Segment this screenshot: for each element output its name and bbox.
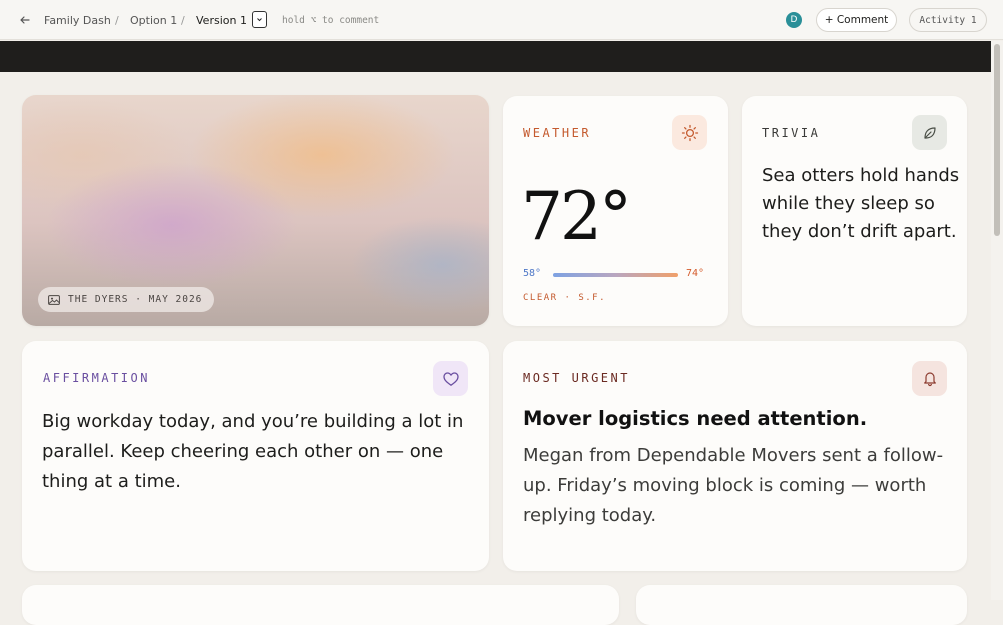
trivia-fact: Sea otters hold hands while they sleep s… <box>762 165 960 242</box>
family-photo-card[interactable]: THE DYERS · MAY 2026 <box>22 95 489 326</box>
most-urgent-card[interactable]: MOST URGENT Mover logistics need attenti… <box>503 341 967 571</box>
breadcrumb-separator: / <box>115 13 119 27</box>
urgent-headline: Mover logistics need attention. <box>523 407 868 430</box>
affirmation-title: AFFIRMATION <box>43 371 150 385</box>
breadcrumb-option-1[interactable]: Option 1 <box>130 14 177 27</box>
affirmation-icon-badge[interactable] <box>433 361 468 396</box>
top-bar: Family Dash / Option 1 / Version 1 hold … <box>0 0 1003 40</box>
breadcrumb-family-dash[interactable]: Family Dash <box>44 14 111 27</box>
photo-caption: THE DYERS · MAY 2026 <box>68 294 203 305</box>
next-card-right <box>636 585 967 625</box>
next-card-left <box>22 585 619 625</box>
urgent-icon-badge <box>912 361 947 396</box>
current-temperature: 72° <box>521 178 632 255</box>
header-bar <box>0 41 991 72</box>
sun-icon <box>681 124 698 141</box>
affirmation-text: Big workday today, and you’re building a… <box>42 411 464 492</box>
comment-hint: hold ⌥ to comment <box>282 14 380 26</box>
trivia-title: TRIVIA <box>762 126 821 140</box>
weather-card: WEATHER 72° 58° 74° CLEAR · S.F. <box>503 96 728 326</box>
weather-icon-badge <box>672 115 707 150</box>
image-icon <box>48 294 60 305</box>
temperature-range-bar <box>553 273 678 277</box>
version-dropdown-button[interactable] <box>252 11 267 28</box>
photo-caption-tag: THE DYERS · MAY 2026 <box>38 287 215 312</box>
chevron-down-icon <box>257 18 262 22</box>
avatar[interactable]: D <box>786 12 802 28</box>
add-comment-button[interactable]: + Comment <box>816 8 897 32</box>
weather-title: WEATHER <box>523 126 592 140</box>
most-urgent-title: MOST URGENT <box>523 371 630 385</box>
leaf-icon <box>923 126 936 139</box>
high-temperature: 74° <box>686 268 705 279</box>
low-temperature: 58° <box>523 268 542 279</box>
heart-icon <box>442 371 459 386</box>
trivia-icon-badge <box>912 115 947 150</box>
back-arrow-icon[interactable] <box>18 0 32 40</box>
scrollbar-thumb[interactable] <box>994 44 1000 236</box>
breadcrumb-separator: / <box>181 13 185 27</box>
breadcrumb-version-1[interactable]: Version 1 <box>196 14 247 27</box>
urgent-body: Megan from Dependable Movers sent a foll… <box>523 445 944 526</box>
affirmation-card: AFFIRMATION Big workday today, and you’r… <box>22 341 489 571</box>
activity-button[interactable]: Activity 1 <box>909 8 987 32</box>
bell-icon <box>923 372 936 387</box>
weather-condition: CLEAR · S.F. <box>523 293 607 303</box>
trivia-card: TRIVIA Sea otters hold hands while they … <box>742 96 967 326</box>
